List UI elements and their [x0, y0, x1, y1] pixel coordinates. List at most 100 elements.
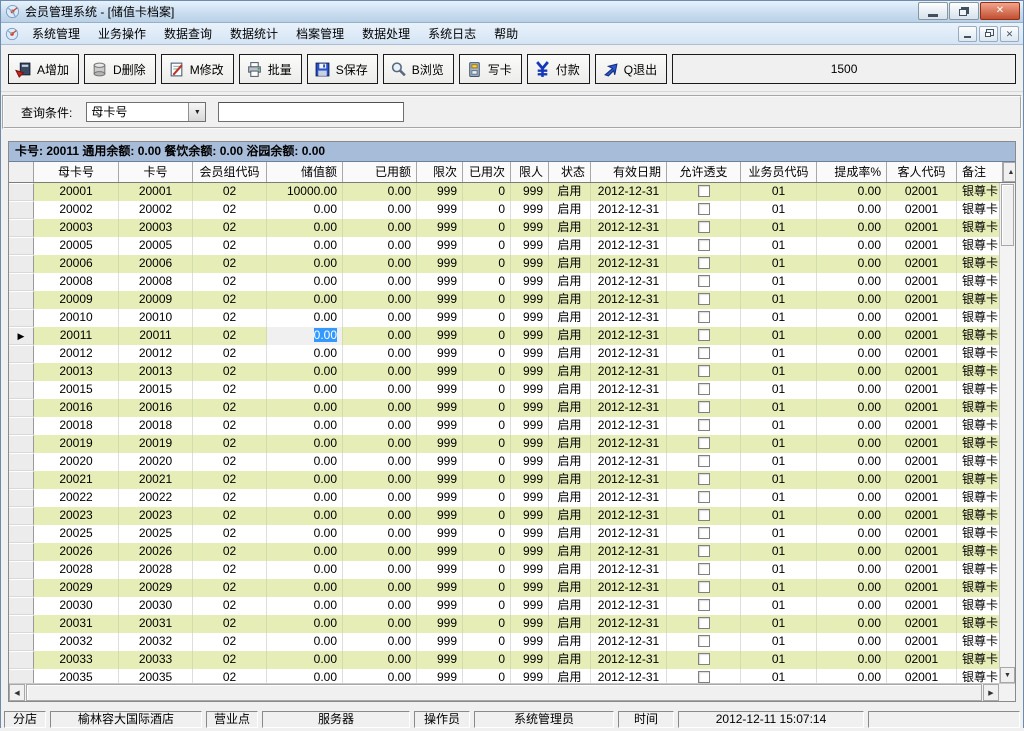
row-selector[interactable]: [9, 453, 34, 471]
cell-remark[interactable]: 银尊卡: [957, 615, 999, 633]
mdi-close-button[interactable]: ✕: [1000, 26, 1019, 42]
cell-remark[interactable]: 银尊卡: [957, 489, 999, 507]
cell-status[interactable]: 启用: [549, 435, 591, 453]
cell-allow-overdraft[interactable]: [667, 327, 741, 345]
cell-used-times[interactable]: 0: [463, 453, 511, 471]
cell-limit-people[interactable]: 999: [511, 255, 549, 273]
cell-allow-overdraft[interactable]: [667, 345, 741, 363]
table-row[interactable]: 2001620016020.000.009990999启用2012-12-310…: [9, 399, 999, 417]
pay-button[interactable]: 付款: [527, 54, 590, 84]
cell-remark[interactable]: 银尊卡: [957, 363, 999, 381]
column-header-allow-overdraft[interactable]: 允许透支: [667, 162, 741, 182]
cell-used-amount[interactable]: 0.00: [343, 471, 417, 489]
cell-limit-times[interactable]: 999: [417, 471, 463, 489]
cell-salesman-code[interactable]: 01: [741, 669, 817, 683]
cell-stored-value[interactable]: 0.00: [267, 597, 343, 615]
allow-overdraft-checkbox[interactable]: [698, 311, 710, 323]
cell-guest-code[interactable]: 02001: [887, 597, 957, 615]
cell-stored-value[interactable]: 0.00: [267, 489, 343, 507]
cell-member-group-code[interactable]: 02: [193, 219, 267, 237]
row-selector[interactable]: [9, 525, 34, 543]
cell-used-amount[interactable]: 0.00: [343, 363, 417, 381]
cell-limit-times[interactable]: 999: [417, 201, 463, 219]
cell-limit-people[interactable]: 999: [511, 237, 549, 255]
column-header-commission-rate[interactable]: 提成率%: [817, 162, 887, 182]
minimize-button[interactable]: [918, 2, 948, 20]
menu-data-query[interactable]: 数据查询: [155, 23, 221, 45]
cell-allow-overdraft[interactable]: [667, 543, 741, 561]
table-row[interactable]: 2001220012020.000.009990999启用2012-12-310…: [9, 345, 999, 363]
cell-limit-people[interactable]: 999: [511, 345, 549, 363]
cell-used-times[interactable]: 0: [463, 255, 511, 273]
cell-stored-value[interactable]: 0.00: [267, 435, 343, 453]
cell-valid-date[interactable]: 2012-12-31: [591, 579, 667, 597]
allow-overdraft-checkbox[interactable]: [698, 581, 710, 593]
write-card-button[interactable]: 写卡: [459, 54, 522, 84]
cell-card-no[interactable]: 20026: [119, 543, 193, 561]
cell-guest-code[interactable]: 02001: [887, 651, 957, 669]
table-row[interactable]: ▶2001120011020.000.009990999启用2012-12-31…: [9, 327, 999, 345]
row-selector[interactable]: [9, 471, 34, 489]
cell-stored-value[interactable]: 0.00: [267, 327, 343, 345]
cell-parent-card-no[interactable]: 20002: [34, 201, 119, 219]
row-selector[interactable]: [9, 237, 34, 255]
allow-overdraft-checkbox[interactable]: [698, 329, 710, 341]
cell-guest-code[interactable]: 02001: [887, 345, 957, 363]
row-selector[interactable]: [9, 309, 34, 327]
cell-valid-date[interactable]: 2012-12-31: [591, 273, 667, 291]
cell-remark[interactable]: 银尊卡: [957, 543, 999, 561]
column-header-guest-code[interactable]: 客人代码: [887, 162, 957, 182]
cell-salesman-code[interactable]: 01: [741, 435, 817, 453]
cell-status[interactable]: 启用: [549, 525, 591, 543]
cell-commission-rate[interactable]: 0.00: [817, 471, 887, 489]
cell-guest-code[interactable]: 02001: [887, 327, 957, 345]
cell-salesman-code[interactable]: 01: [741, 183, 817, 201]
cell-commission-rate[interactable]: 0.00: [817, 543, 887, 561]
cell-guest-code[interactable]: 02001: [887, 471, 957, 489]
cell-limit-people[interactable]: 999: [511, 579, 549, 597]
cell-status[interactable]: 启用: [549, 615, 591, 633]
cell-allow-overdraft[interactable]: [667, 255, 741, 273]
cell-valid-date[interactable]: 2012-12-31: [591, 183, 667, 201]
cell-remark[interactable]: 银尊卡: [957, 651, 999, 669]
cell-member-group-code[interactable]: 02: [193, 471, 267, 489]
row-selector[interactable]: [9, 669, 34, 683]
cell-limit-times[interactable]: 999: [417, 669, 463, 683]
cell-used-amount[interactable]: 0.00: [343, 291, 417, 309]
cell-member-group-code[interactable]: 02: [193, 615, 267, 633]
cell-remark[interactable]: 银尊卡: [957, 219, 999, 237]
cell-used-times[interactable]: 0: [463, 633, 511, 651]
cell-limit-people[interactable]: 999: [511, 201, 549, 219]
cell-limit-people[interactable]: 999: [511, 435, 549, 453]
cell-salesman-code[interactable]: 01: [741, 597, 817, 615]
cell-used-amount[interactable]: 0.00: [343, 327, 417, 345]
allow-overdraft-checkbox[interactable]: [698, 491, 710, 503]
cell-allow-overdraft[interactable]: [667, 237, 741, 255]
cell-limit-people[interactable]: 999: [511, 543, 549, 561]
table-row[interactable]: 2002620026020.000.009990999启用2012-12-310…: [9, 543, 999, 561]
cell-used-times[interactable]: 0: [463, 219, 511, 237]
cell-guest-code[interactable]: 02001: [887, 507, 957, 525]
cell-commission-rate[interactable]: 0.00: [817, 633, 887, 651]
row-selector[interactable]: [9, 417, 34, 435]
cell-limit-people[interactable]: 999: [511, 291, 549, 309]
cell-used-amount[interactable]: 0.00: [343, 399, 417, 417]
cell-limit-times[interactable]: 999: [417, 381, 463, 399]
cell-card-no[interactable]: 20012: [119, 345, 193, 363]
cell-stored-value[interactable]: 0.00: [267, 669, 343, 683]
cell-status[interactable]: 启用: [549, 561, 591, 579]
cell-valid-date[interactable]: 2012-12-31: [591, 615, 667, 633]
cell-status[interactable]: 启用: [549, 183, 591, 201]
cell-valid-date[interactable]: 2012-12-31: [591, 471, 667, 489]
cell-stored-value[interactable]: 0.00: [267, 651, 343, 669]
cell-parent-card-no[interactable]: 20006: [34, 255, 119, 273]
cell-parent-card-no[interactable]: 20013: [34, 363, 119, 381]
cell-valid-date[interactable]: 2012-12-31: [591, 255, 667, 273]
allow-overdraft-checkbox[interactable]: [698, 221, 710, 233]
cell-parent-card-no[interactable]: 20011: [34, 327, 119, 345]
cell-used-amount[interactable]: 0.00: [343, 453, 417, 471]
cell-salesman-code[interactable]: 01: [741, 453, 817, 471]
cell-limit-times[interactable]: 999: [417, 435, 463, 453]
restore-button[interactable]: [949, 2, 979, 20]
cell-stored-value[interactable]: 0.00: [267, 417, 343, 435]
